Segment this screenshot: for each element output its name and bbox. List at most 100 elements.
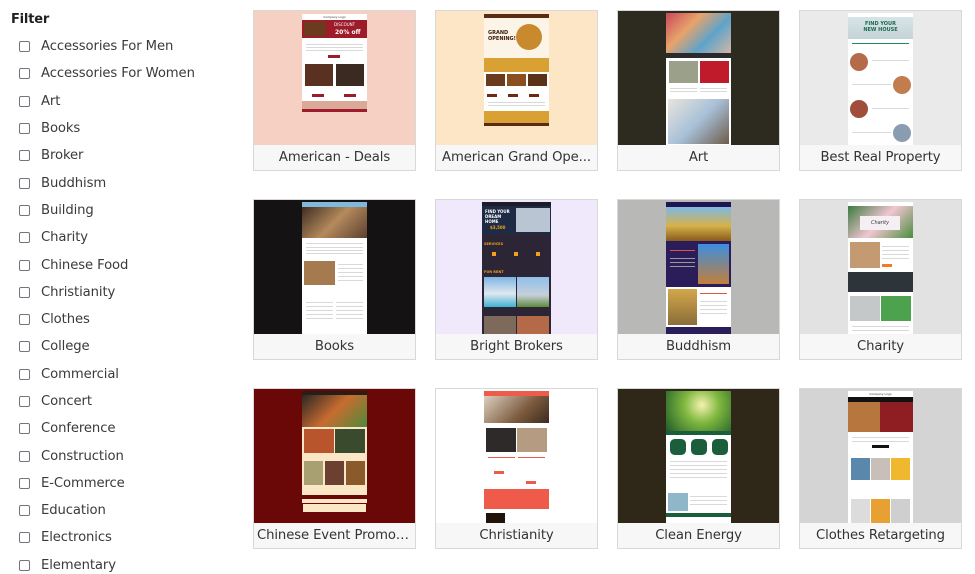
filter-label: Building	[41, 202, 94, 218]
filter-label: Elementary	[41, 557, 116, 573]
card-footer: Clean Energy	[618, 523, 779, 548]
template-card-charity[interactable]: Charity Charity	[799, 199, 962, 360]
email-preview	[302, 391, 367, 513]
filter-item-buddhism[interactable]: Buddhism	[19, 169, 195, 196]
email-headline: DISCOUNT	[334, 22, 356, 27]
email-preview: FIND YOUR DREAM HOME $3,500 SERVICES FOR…	[482, 202, 551, 335]
email-headline: GRAND OPENING!	[488, 30, 516, 42]
checkbox[interactable]	[19, 450, 30, 462]
filter-item-commercial[interactable]: Commercial	[19, 361, 195, 388]
checkbox[interactable]	[19, 368, 30, 380]
card-footer: Bright Brokers	[436, 334, 597, 359]
template-thumbnail: FIND YOUR DREAM HOME $3,500 SERVICES FOR…	[436, 200, 597, 335]
template-title: Chinese Event Promoti...	[257, 528, 412, 543]
email-section: FOR RENT	[484, 270, 504, 274]
email-headline: Charity	[860, 216, 900, 230]
template-thumbnail: Charity	[800, 200, 961, 335]
checkbox[interactable]	[19, 423, 30, 435]
filter-item-building[interactable]: Building	[19, 197, 195, 224]
template-card-american-deals[interactable]: Company Logo DISCOUNT 20% off American -…	[253, 10, 416, 171]
filter-list: Accessories For Men Accessories For Wome…	[19, 33, 195, 574]
filter-panel: Filter Accessories For Men Accessories F…	[0, 0, 240, 574]
checkbox[interactable]	[19, 314, 30, 326]
checkbox[interactable]	[19, 150, 30, 162]
checkbox[interactable]	[19, 505, 30, 517]
email-headline: FIND YOUR DREAM HOME	[485, 209, 510, 224]
email-preview	[484, 391, 549, 524]
template-thumbnail: FIND YOUR NEW HOUSE	[800, 11, 961, 146]
checkbox[interactable]	[19, 204, 30, 216]
card-footer: Best Real Property	[800, 145, 961, 170]
filter-item-concert[interactable]: Concert	[19, 388, 195, 415]
filter-item-accessories-for-men[interactable]: Accessories For Men	[19, 33, 195, 60]
template-card-chinese-event-promotion[interactable]: Chinese Event Promoti...	[253, 388, 416, 549]
checkbox[interactable]	[19, 123, 30, 135]
filter-item-e-commerce[interactable]: E-Commerce	[19, 470, 195, 497]
template-card-buddhism[interactable]: Buddhism	[617, 199, 780, 360]
checkbox[interactable]	[19, 177, 30, 189]
template-card-books[interactable]: Books	[253, 199, 416, 360]
checkbox[interactable]	[19, 286, 30, 298]
checkbox[interactable]	[19, 477, 30, 489]
filter-label: College	[41, 339, 90, 355]
checkbox[interactable]	[19, 396, 30, 407]
template-title: Christianity	[479, 528, 554, 543]
filter-item-accessories-for-women[interactable]: Accessories For Women	[19, 60, 195, 87]
checkbox[interactable]	[19, 68, 30, 80]
checkbox[interactable]	[19, 232, 30, 244]
card-footer: Chinese Event Promoti...	[254, 523, 415, 548]
checkbox[interactable]	[19, 559, 30, 571]
template-card-christianity[interactable]: Christianity	[435, 388, 598, 549]
checkbox[interactable]	[19, 341, 30, 353]
filter-item-education[interactable]: Education	[19, 497, 195, 524]
filter-label: Books	[41, 121, 81, 137]
email-banner: DISCOUNT 20% off	[302, 20, 367, 38]
email-price: $3,500	[490, 225, 506, 230]
filter-item-christianity[interactable]: Christianity	[19, 279, 195, 306]
template-card-clean-energy[interactable]: Clean Energy	[617, 388, 780, 549]
template-card-clothes-retargeting[interactable]: Company Logo Clothes Retargeting	[799, 388, 962, 549]
checkbox[interactable]	[19, 259, 30, 271]
template-title: Charity	[856, 339, 904, 354]
template-thumbnail	[618, 11, 779, 146]
checkbox[interactable]	[19, 41, 30, 53]
filter-label: Conference	[41, 421, 116, 437]
filter-title: Filter	[11, 12, 50, 27]
filter-item-art[interactable]: Art	[19, 88, 195, 115]
filter-item-chinese-food[interactable]: Chinese Food	[19, 251, 195, 278]
filter-item-college[interactable]: College	[19, 333, 195, 360]
email-preview: Charity	[848, 202, 913, 335]
template-thumbnail: GRAND OPENING!	[436, 11, 597, 146]
card-footer: Books	[254, 334, 415, 359]
template-card-bright-brokers[interactable]: FIND YOUR DREAM HOME $3,500 SERVICES FOR…	[435, 199, 598, 360]
filter-label: Commercial	[41, 366, 119, 382]
filter-item-charity[interactable]: Charity	[19, 224, 195, 251]
template-title: Best Real Property	[820, 150, 941, 165]
filter-label: Electronics	[41, 530, 112, 546]
filter-item-broker[interactable]: Broker	[19, 142, 195, 169]
filter-label: Art	[41, 93, 61, 109]
email-preview	[302, 202, 367, 335]
card-footer: Buddhism	[618, 334, 779, 359]
template-title: American - Deals	[278, 150, 391, 165]
filter-label: Christianity	[41, 284, 116, 300]
filter-item-electronics[interactable]: Electronics	[19, 524, 195, 551]
card-footer: American - Deals	[254, 145, 415, 170]
template-thumbnail	[254, 200, 415, 335]
filter-label: Concert	[41, 394, 92, 409]
template-card-art[interactable]: Art	[617, 10, 780, 171]
email-preview	[666, 202, 731, 335]
filter-item-elementary[interactable]: Elementary	[19, 552, 195, 574]
card-footer: Charity	[800, 334, 961, 359]
checkbox[interactable]	[19, 532, 30, 544]
template-card-best-real-property[interactable]: FIND YOUR NEW HOUSE Best Real Property	[799, 10, 962, 171]
filter-item-conference[interactable]: Conference	[19, 415, 195, 442]
filter-item-books[interactable]: Books	[19, 115, 195, 142]
card-footer: Art	[618, 145, 779, 170]
template-title: Art	[688, 150, 709, 165]
template-card-american-grand-opening[interactable]: GRAND OPENING! American Grand Ope...	[435, 10, 598, 171]
filter-item-clothes[interactable]: Clothes	[19, 306, 195, 333]
email-section: SERVICES	[484, 242, 504, 246]
checkbox[interactable]	[19, 95, 30, 107]
filter-item-construction[interactable]: Construction	[19, 442, 195, 469]
